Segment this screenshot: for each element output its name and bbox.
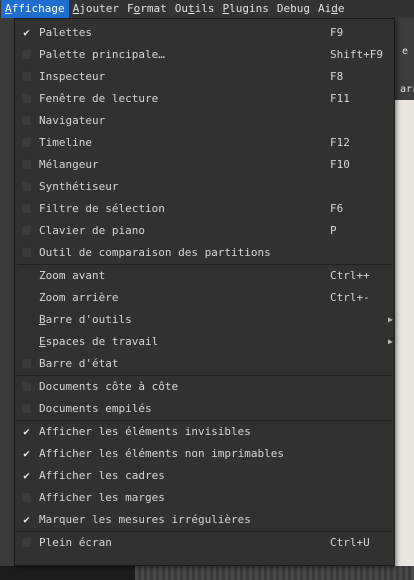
submenu-arrow-icon: ▶ (388, 315, 393, 324)
menu-item-label: Afficher les éléments non imprimables (39, 447, 285, 460)
background-panel (0, 566, 135, 580)
menu-affichage-rest: ffichage (11, 2, 65, 15)
checkbox-empty-icon (21, 137, 32, 148)
menu-affichage[interactable]: Affichage (1, 0, 69, 18)
checkbox-empty-icon (21, 247, 32, 258)
menu-item-fenetre-de-lecture[interactable]: Fenêtre de lecture F11 (15, 88, 394, 110)
menu-item-label: Marquer les mesures irrégulières (39, 513, 251, 526)
menu-item-label: Mélangeur (39, 158, 99, 171)
menu-item-documents-cote-a-cote[interactable]: Documents côte à côte (15, 376, 394, 398)
menu-item-shortcut: P (330, 224, 337, 237)
menu-item-espaces-de-travail[interactable]: Espaces de travail ▶ (15, 331, 394, 353)
menu-item-label: Timeline (39, 136, 92, 149)
menu-outils[interactable]: Outils (171, 0, 219, 18)
menu-item-afficher-les-elements-invisibles[interactable]: ✔ Afficher les éléments invisibles (15, 421, 394, 443)
menu-item-inspecteur[interactable]: Inspecteur F8 (15, 66, 394, 88)
menu-item-shortcut: Ctrl++ (330, 269, 370, 282)
menu-item-label: Afficher les cadres (39, 469, 165, 482)
menu-format[interactable]: Format (123, 0, 171, 18)
background-status-area (135, 566, 414, 580)
menu-item-label: Inspecteur (39, 70, 106, 83)
menu-item-shortcut: Ctrl+U (330, 536, 370, 549)
checkbox-empty-icon (21, 203, 32, 214)
menu-item-shortcut: F6 (330, 202, 344, 215)
checkbox-empty-icon (21, 537, 32, 548)
menu-item-label: Zoom arrière (39, 291, 119, 304)
checkmark-icon: ✔ (23, 26, 30, 39)
menu-item-palettes[interactable]: ✔ Palettes F9 (15, 22, 394, 44)
menu-item-navigateur[interactable]: Navigateur (15, 110, 394, 132)
background-text-fragment: e (402, 46, 409, 57)
checkbox-empty-icon (21, 403, 32, 414)
menu-item-label: Zoom avant (39, 269, 106, 282)
menu-item-label: Filtre de sélection (39, 202, 165, 215)
menu-item-shortcut: Ctrl+- (330, 291, 370, 304)
menu-item-barre-d-outils[interactable]: Barre d'outils ▶ (15, 309, 394, 331)
checkbox-empty-icon (21, 71, 32, 82)
checkbox-empty-icon (21, 358, 32, 369)
menu-item-shortcut: F12 (330, 136, 350, 149)
checkbox-empty-icon (21, 93, 32, 104)
menu-item-marquer-les-mesures-irregulieres[interactable]: ✔ Marquer les mesures irrégulières (15, 509, 394, 531)
checkbox-empty-icon (21, 181, 32, 192)
menu-item-shortcut: F9 (330, 26, 344, 39)
menu-item-afficher-les-cadres[interactable]: ✔ Afficher les cadres (15, 465, 394, 487)
menu-item-barre-d-etat[interactable]: Barre d'état (15, 353, 394, 375)
menu-item-afficher-les-elements-non-imprimables[interactable]: ✔ Afficher les éléments non imprimables (15, 443, 394, 465)
menu-item-afficher-les-marges[interactable]: Afficher les marges (15, 487, 394, 509)
checkbox-empty-icon (21, 492, 32, 503)
menu-item-palette-principale[interactable]: Palette principale… Shift+F9 (15, 44, 394, 66)
menu-item-filtre-de-selection[interactable]: Filtre de sélection F6 (15, 198, 394, 220)
menu-item-synthetiseur[interactable]: Synthétiseur (15, 176, 394, 198)
menu-item-zoom-arriere[interactable]: Zoom arrière Ctrl+- (15, 287, 394, 309)
checkmark-icon: ✔ (23, 513, 30, 526)
menu-item-shortcut: F8 (330, 70, 344, 83)
menu-item-label: Barre d'outils (39, 313, 132, 326)
menu-item-label: Documents côte à côte (39, 380, 179, 393)
menu-item-shortcut: Shift+F9 (330, 48, 383, 61)
menu-item-label: Fenêtre de lecture (39, 92, 159, 105)
menu-item-label: Barre d'état (39, 357, 119, 370)
background-sidebar (0, 18, 14, 580)
checkbox-empty-icon (21, 49, 32, 60)
menu-debug[interactable]: Debug (273, 0, 314, 18)
checkmark-icon: ✔ (23, 447, 30, 460)
menu-item-shortcut: F10 (330, 158, 350, 171)
checkbox-empty-icon (21, 381, 32, 392)
background-score-page (395, 100, 414, 570)
checkbox-empty-icon (21, 225, 32, 236)
menu-item-clavier-de-piano[interactable]: Clavier de piano P (15, 220, 394, 242)
menu-aide[interactable]: Aide (314, 0, 349, 18)
submenu-arrow-icon: ▶ (388, 337, 393, 346)
menu-item-label: Outil de comparaison des partitions (39, 246, 271, 259)
menu-item-plein-ecran[interactable]: Plein écran Ctrl+U (15, 532, 394, 554)
menubar: Affichage Ajouter Format Outils Plugins … (0, 0, 414, 18)
menu-plugins[interactable]: Plugins (218, 0, 272, 18)
affichage-dropdown-menu: ✔ Palettes F9 Palette principale… Shift+F9 In… (14, 18, 395, 566)
menu-item-label: Palettes (39, 26, 92, 39)
menu-item-label: Afficher les marges (39, 491, 165, 504)
menu-item-label: Espaces de travail (39, 335, 159, 348)
background-text-fragment: arr (400, 84, 414, 95)
menu-item-label: Synthétiseur (39, 180, 119, 193)
menu-item-label: Plein écran (39, 536, 112, 549)
checkbox-empty-icon (21, 159, 32, 170)
menu-item-timeline[interactable]: Timeline F12 (15, 132, 394, 154)
menu-item-label: Documents empilés (39, 402, 152, 415)
menu-item-label: Palette principale… (39, 48, 165, 61)
menu-item-outil-de-comparaison-des-partitions[interactable]: Outil de comparaison des partitions (15, 242, 394, 264)
menu-item-documents-empiles[interactable]: Documents empilés (15, 398, 394, 420)
checkmark-icon: ✔ (23, 469, 30, 482)
menu-item-melangeur[interactable]: Mélangeur F10 (15, 154, 394, 176)
menu-item-label: Afficher les éléments invisibles (39, 425, 251, 438)
background-toolbar: e arr (395, 18, 414, 100)
menu-item-label: Navigateur (39, 114, 106, 127)
menu-item-label: Clavier de piano (39, 224, 145, 237)
menu-item-zoom-avant[interactable]: Zoom avant Ctrl++ (15, 265, 394, 287)
menu-ajouter[interactable]: Ajouter (69, 0, 123, 18)
menu-item-shortcut: F11 (330, 92, 350, 105)
checkbox-empty-icon (21, 115, 32, 126)
checkmark-icon: ✔ (23, 425, 30, 438)
